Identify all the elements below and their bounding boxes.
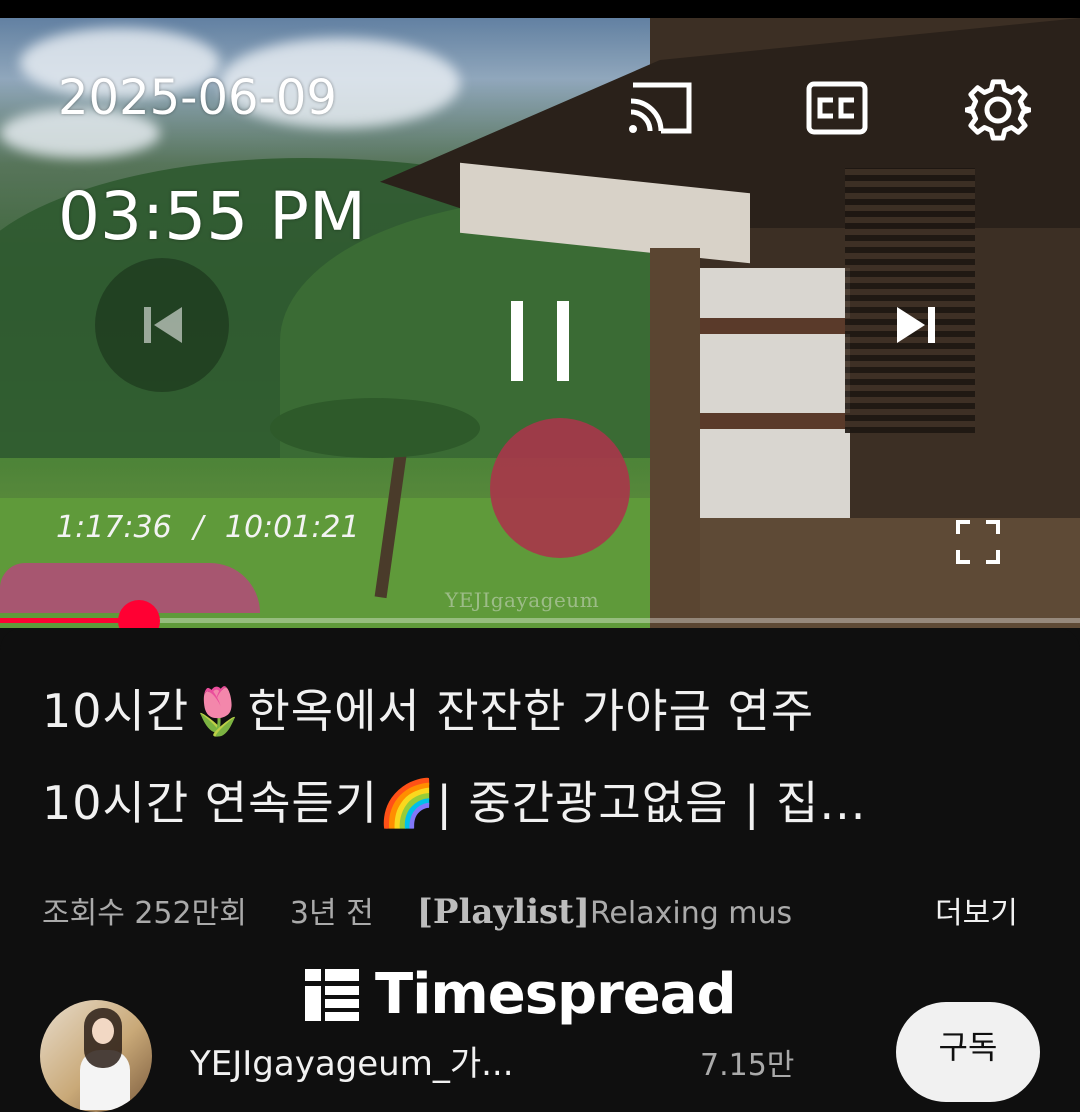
overlay-time: 03:55 PM: [58, 178, 366, 255]
time-readout: 1:17:36 / 10:01:21: [56, 510, 360, 545]
video-title[interactable]: 10시간🌷한옥에서 잔잔한 가야금 연주 10시간 연속듣기🌈| 중간광고없음 …: [42, 665, 1042, 849]
fullscreen-button[interactable]: [950, 514, 1006, 570]
video-meta[interactable]: 조회수 252만회 3년 전 [Playlist]Relaxing mus: [42, 888, 792, 932]
gear-icon: [965, 79, 1031, 141]
subscribe-button[interactable]: 구독: [896, 1002, 1040, 1102]
time-separator: /: [193, 510, 204, 545]
playlist-tag: [Playlist]: [416, 892, 590, 932]
hanok-beam: [700, 413, 850, 429]
maple-tree: [490, 418, 630, 558]
avatar-face: [92, 1018, 114, 1044]
cast-button[interactable]: [622, 76, 698, 140]
hanok-wall: [700, 268, 850, 518]
channel-name[interactable]: YEJIgayageum_가...: [190, 1036, 514, 1085]
subscriber-count: 7.15만: [700, 1048, 795, 1083]
brand-watermark: Timespread: [305, 962, 737, 1027]
video-title-line-1: 10시간🌷한옥에서 잔잔한 가야금 연주: [42, 684, 815, 738]
skip-next-icon: [897, 307, 935, 343]
captions-button[interactable]: [804, 78, 870, 138]
progress-bar[interactable]: [0, 600, 1080, 642]
cast-icon: [629, 82, 692, 134]
total-duration: 10:01:21: [224, 510, 360, 545]
previous-button[interactable]: [95, 258, 229, 392]
skip-previous-icon: [144, 307, 182, 343]
pause-icon: [511, 301, 569, 381]
channel-avatar[interactable]: [40, 1000, 152, 1112]
subscribe-label: 구독: [938, 1028, 998, 1066]
view-count: 조회수 252만회: [42, 896, 247, 931]
timespread-logo-icon: [305, 968, 359, 1021]
status-bar: [0, 0, 1080, 18]
hanok-beam: [700, 318, 850, 334]
hanok-post: [650, 248, 700, 628]
upload-age: 3년 전: [289, 896, 374, 931]
video-watermark: YEJIgayageum: [445, 588, 600, 612]
overlay-date: 2025-06-09: [58, 70, 337, 126]
next-button[interactable]: [850, 258, 984, 392]
elapsed-time: 1:17:36: [56, 510, 172, 545]
pine-tree: [270, 398, 480, 458]
settings-button[interactable]: [962, 74, 1034, 146]
description-snippet: Relaxing mus: [589, 896, 793, 931]
brand-name: Timespread: [375, 962, 737, 1027]
pause-button[interactable]: [445, 246, 635, 436]
more-button[interactable]: 더보기: [935, 888, 1018, 932]
hanok-floor: [680, 518, 1080, 628]
fullscreen-icon: [956, 520, 1000, 564]
video-player[interactable]: YEJIgayageum 2025-06-09 03:55 PM 1:17:36…: [0, 18, 1080, 628]
cc-icon: [806, 81, 868, 135]
video-title-line-2: 10시간 연속듣기🌈| 중간광고없음 | 집...: [42, 776, 867, 830]
